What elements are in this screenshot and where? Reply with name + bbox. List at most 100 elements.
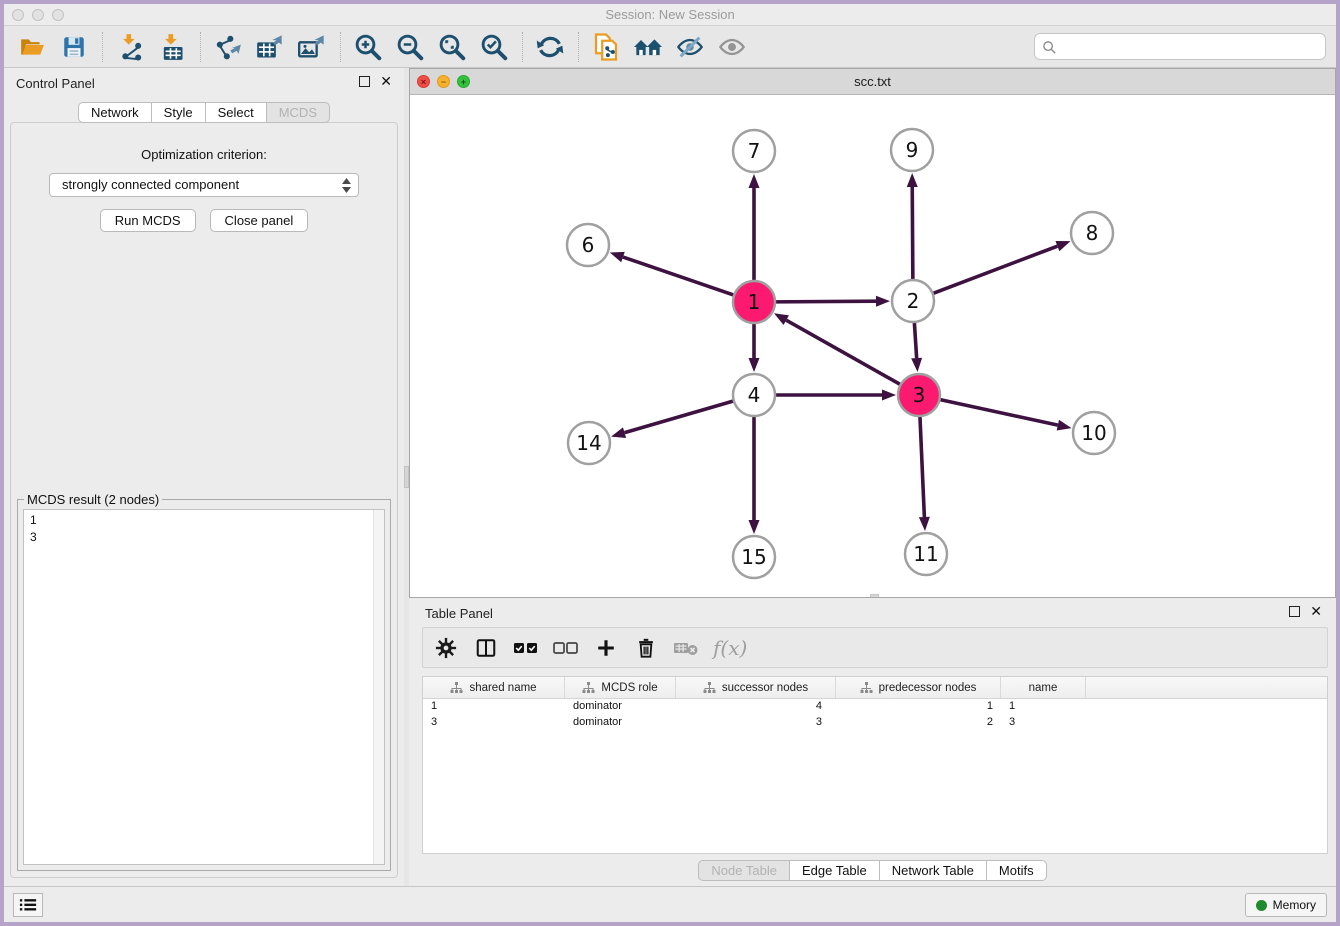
graph-node-7[interactable]: 7 [733, 130, 775, 172]
new-network-from-selection-icon[interactable] [588, 31, 624, 63]
graph-edge-2-9[interactable] [907, 173, 918, 280]
tab-motifs[interactable]: Motifs [986, 860, 1047, 881]
dropdown-chevrons-icon [341, 177, 352, 201]
tab-network[interactable]: Network [78, 102, 151, 123]
tab-node-table[interactable]: Node Table [698, 860, 789, 881]
graph-edge-3-10[interactable] [940, 399, 1072, 430]
run-mcds-button[interactable]: Run MCDS [100, 209, 196, 232]
cell-successor-nodes[interactable]: 3 [676, 715, 836, 731]
graph-node-3[interactable]: 3 [898, 374, 940, 416]
graph-node-8[interactable]: 8 [1071, 212, 1113, 254]
graph-edge-4-3[interactable] [775, 390, 896, 401]
graph-node-11[interactable]: 11 [905, 533, 947, 575]
network-window-titlebar[interactable]: × − + scc.txt [410, 69, 1335, 95]
cell-name[interactable]: 1 [1001, 699, 1086, 715]
cell-mcds-role[interactable]: dominator [565, 715, 676, 731]
zoom-selected-icon[interactable] [476, 31, 512, 63]
delete-column-icon[interactable] [633, 635, 659, 661]
column-header[interactable]: successor nodes [676, 677, 836, 698]
graph-edge-1-6[interactable] [610, 252, 734, 295]
open-session-icon[interactable] [14, 31, 50, 63]
zoom-fit-icon[interactable] [434, 31, 470, 63]
column-header[interactable]: predecessor nodes [836, 677, 1001, 698]
network-canvas[interactable]: 7 9 6 8 1 2 4 3 14 10 15 11 [410, 95, 1335, 597]
table-header-row: shared name MCDS role successor nodes pr… [423, 677, 1327, 699]
float-table-panel-icon[interactable] [1289, 606, 1300, 617]
close-panel-icon[interactable]: ✕ [380, 76, 392, 87]
graph-node-6[interactable]: 6 [567, 224, 609, 266]
table-row[interactable]: 1 dominator 4 1 1 [423, 699, 1327, 715]
tab-style[interactable]: Style [151, 102, 205, 123]
column-header[interactable]: shared name [423, 677, 565, 698]
svg-text:4: 4 [748, 383, 761, 407]
graph-edge-3-1[interactable] [774, 313, 901, 384]
add-column-icon[interactable] [593, 635, 619, 661]
tab-network-table[interactable]: Network Table [879, 860, 986, 881]
column-header[interactable]: MCDS role [565, 677, 676, 698]
canvas-resize-handle[interactable] [870, 594, 879, 597]
float-panel-icon[interactable] [359, 76, 370, 87]
hide-selected-icon[interactable] [672, 31, 708, 63]
import-table-icon[interactable] [154, 31, 190, 63]
close-panel-button[interactable]: Close panel [210, 209, 309, 232]
graph-edge-1-2[interactable] [775, 296, 890, 307]
first-neighbors-icon[interactable] [630, 31, 666, 63]
memory-status-icon [1256, 900, 1267, 911]
graph-node-14[interactable]: 14 [568, 422, 610, 464]
show-all-icon[interactable] [714, 31, 750, 63]
tab-edge-table[interactable]: Edge Table [789, 860, 879, 881]
export-network-icon[interactable] [210, 31, 246, 63]
clear-selection-icon[interactable] [553, 635, 579, 661]
graph-node-1[interactable]: 1 [733, 281, 775, 323]
search-field[interactable] [1034, 33, 1326, 60]
cell-successor-nodes[interactable]: 4 [676, 699, 836, 715]
graph-edge-4-14[interactable] [611, 401, 734, 438]
show-column-panel-icon[interactable] [473, 635, 499, 661]
toolbar-separator [340, 32, 341, 62]
apply-layout-icon[interactable] [532, 31, 568, 63]
close-table-panel-icon[interactable]: ✕ [1310, 606, 1322, 617]
graph-edge-1-4[interactable] [749, 323, 760, 372]
cell-shared-name[interactable]: 1 [423, 699, 565, 715]
cell-mcds-role[interactable]: dominator [565, 699, 676, 715]
mcds-result-list[interactable]: 1 3 [23, 509, 385, 865]
svg-text:1: 1 [748, 290, 761, 314]
zoom-out-icon[interactable] [392, 31, 428, 63]
graph-node-9[interactable]: 9 [891, 129, 933, 171]
mcds-result-value: 3 [30, 529, 37, 546]
graph-node-4[interactable]: 4 [733, 374, 775, 416]
save-session-icon[interactable] [56, 31, 92, 63]
graph-node-10[interactable]: 10 [1073, 412, 1115, 454]
graph-edge-2-8[interactable] [933, 241, 1071, 294]
table-panel-title: Table Panel [425, 606, 493, 621]
toolbar-separator [522, 32, 523, 62]
zoom-in-icon[interactable] [350, 31, 386, 63]
export-table-icon[interactable] [252, 31, 288, 63]
svg-text:9: 9 [906, 138, 919, 162]
memory-button[interactable]: Memory [1245, 893, 1327, 917]
cell-shared-name[interactable]: 3 [423, 715, 565, 731]
window-titlebar: Session: New Session [4, 4, 1336, 26]
graph-edge-3-11[interactable] [919, 416, 930, 531]
graph-edge-1-7[interactable] [749, 174, 760, 281]
cell-name[interactable]: 3 [1001, 715, 1086, 731]
cell-predecessor-nodes[interactable]: 2 [836, 715, 1001, 731]
graph-edge-2-3[interactable] [911, 322, 922, 372]
table-options-gear-icon[interactable] [433, 635, 459, 661]
search-input[interactable] [1061, 36, 1319, 57]
result-scrollbar[interactable] [373, 510, 384, 864]
import-network-icon[interactable] [112, 31, 148, 63]
tab-mcds[interactable]: MCDS [266, 102, 330, 123]
tab-select[interactable]: Select [205, 102, 266, 123]
graph-node-15[interactable]: 15 [733, 536, 775, 578]
task-history-button[interactable] [13, 893, 43, 917]
cell-predecessor-nodes[interactable]: 1 [836, 699, 1001, 715]
export-image-icon[interactable] [294, 31, 330, 63]
graph-node-2[interactable]: 2 [892, 280, 934, 322]
column-header[interactable]: name [1001, 677, 1086, 698]
table-row[interactable]: 3 dominator 3 2 3 [423, 715, 1327, 731]
network-view-window: × − + scc.txt 7 9 6 8 1 2 4 3 14 10 15 11 [409, 68, 1336, 598]
graph-edge-4-15[interactable] [749, 416, 760, 534]
select-all-icon[interactable] [513, 635, 539, 661]
criterion-dropdown[interactable]: strongly connected component [49, 173, 359, 197]
